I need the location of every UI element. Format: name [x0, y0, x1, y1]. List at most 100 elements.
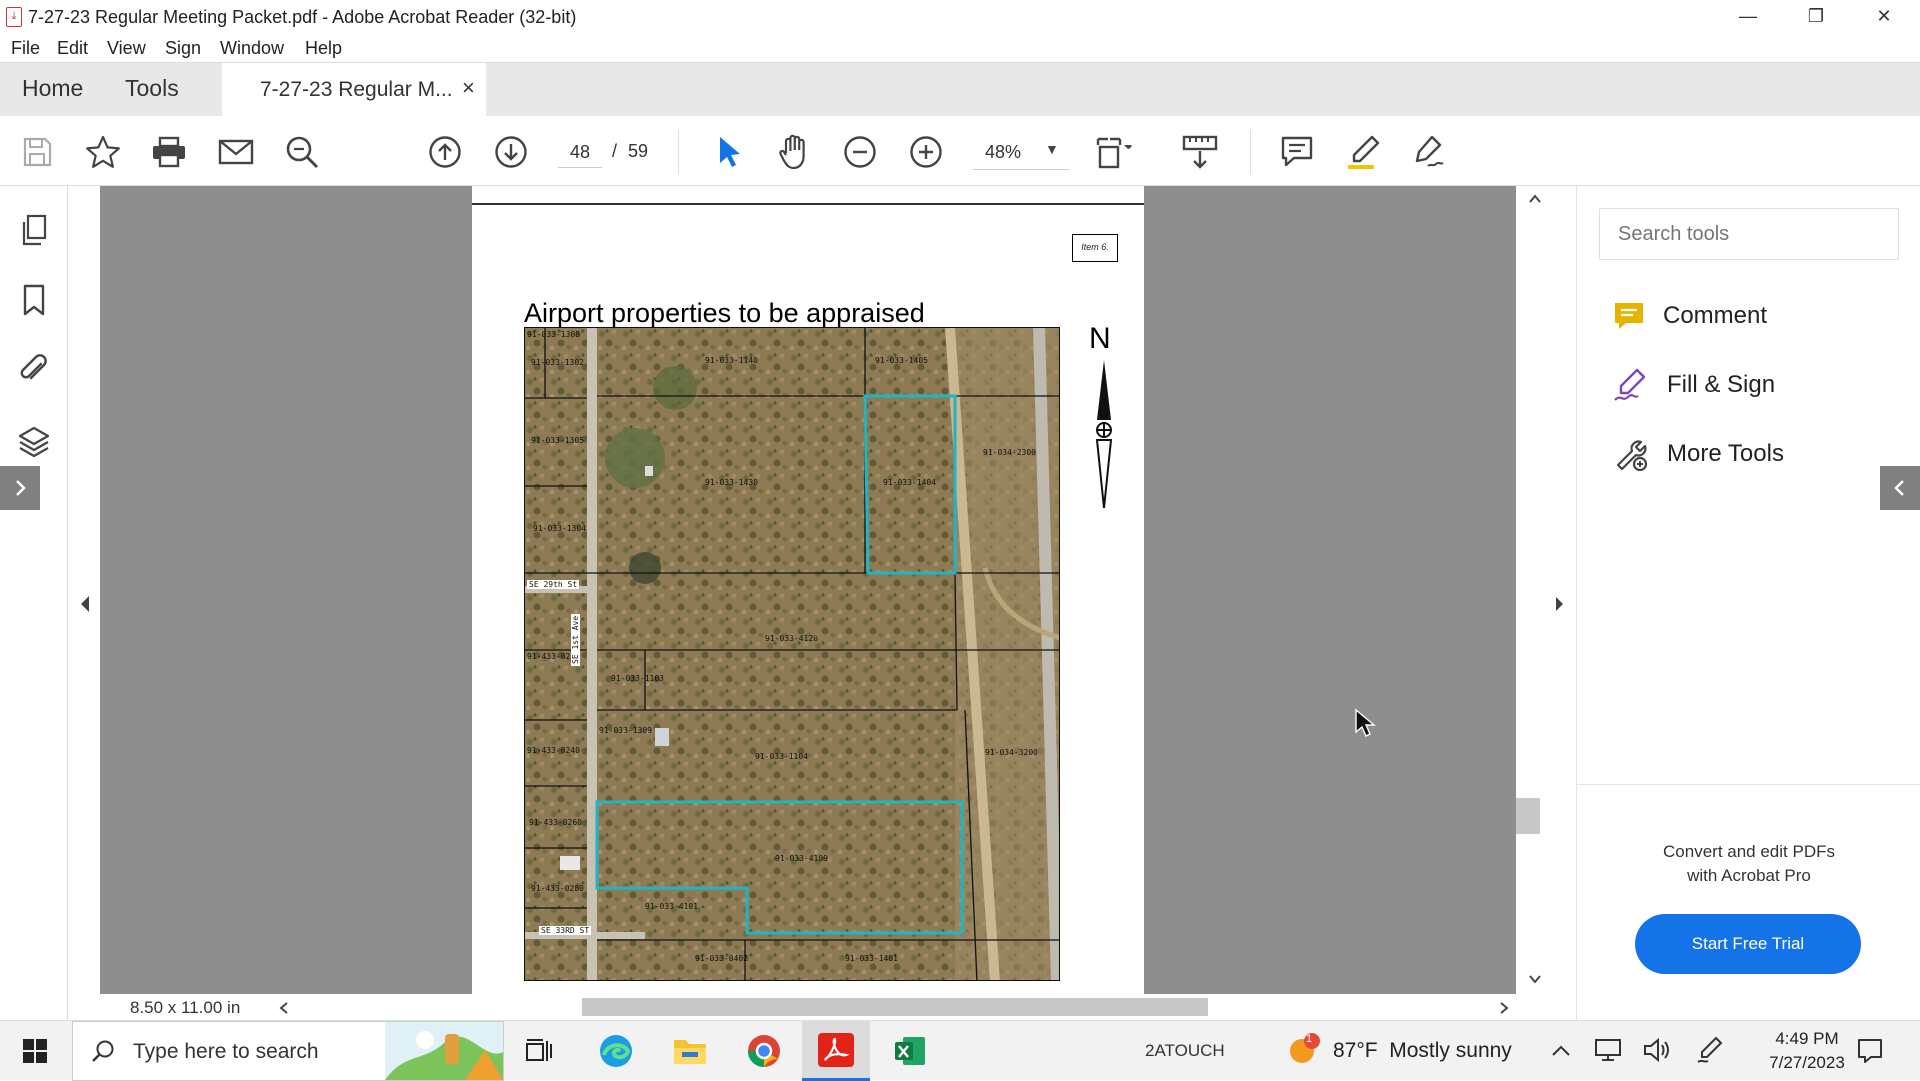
north-label: N: [1089, 322, 1111, 355]
pen-workspace-icon[interactable]: [1696, 1035, 1724, 1065]
restore-button[interactable]: ❐: [1782, 0, 1850, 34]
scroll-down-icon[interactable]: [1528, 974, 1542, 986]
notifications-icon[interactable]: [1856, 1037, 1884, 1065]
parcel-label: 91-033-1302: [531, 358, 584, 367]
left-navigation-rail: [0, 186, 68, 1020]
previous-page-arrow-icon[interactable]: [78, 594, 92, 614]
tool-fill-sign[interactable]: Fill & Sign: [1613, 363, 1775, 407]
windows-taskbar: Type here to search 2ATOUCH 1 87°F Mostl…: [0, 1020, 1920, 1081]
edge-browser-icon[interactable]: [591, 1029, 641, 1073]
previous-page-icon[interactable]: [423, 130, 467, 174]
draw-sign-icon[interactable]: [1407, 130, 1451, 174]
tray-touch-label[interactable]: 2ATOUCH: [1145, 1041, 1225, 1061]
search-highlight-illustration: [385, 1022, 503, 1080]
find-search-icon[interactable]: [280, 130, 324, 174]
menu-file[interactable]: File: [11, 38, 40, 59]
print-icon[interactable]: [147, 130, 191, 174]
file-explorer-icon[interactable]: [665, 1029, 715, 1073]
page-display-icon[interactable]: [1094, 130, 1138, 174]
acrobat-pdf-icon: ⤓: [6, 7, 22, 27]
tab-tools[interactable]: Tools: [125, 75, 179, 102]
chevron-left-icon: [1894, 480, 1904, 496]
page-number-input[interactable]: [558, 138, 602, 168]
promo-line-1: Convert and edit PDFs: [1663, 842, 1835, 861]
zoom-dropdown[interactable]: 48% ▼: [973, 136, 1069, 170]
task-view-icon[interactable]: [515, 1029, 565, 1073]
collapse-right-panel-button[interactable]: [1880, 466, 1920, 510]
attachments-paperclip-icon[interactable]: [14, 348, 54, 388]
aerial-parcel-map: 91-033-1308 91-033-1302 91-033-1140 91-0…: [524, 327, 1060, 981]
parcel-label: 91-433-0260: [529, 818, 582, 827]
parcel-label: 91-033-1405: [875, 356, 928, 365]
toolbar-divider: [678, 130, 679, 174]
toolbar: / 59 48% ▼: [0, 116, 1920, 186]
chevron-up-icon[interactable]: [1550, 1043, 1572, 1057]
vertical-scroll-thumb[interactable]: [1516, 798, 1540, 834]
clock[interactable]: 4:49 PM 7/27/2023: [1752, 1027, 1862, 1075]
horizontal-scroll-thumb[interactable]: [582, 998, 1208, 1016]
panel-divider: [1577, 784, 1920, 785]
menu-bar: File Edit View Sign Window Help: [0, 34, 1920, 62]
network-icon[interactable]: [1594, 1037, 1622, 1063]
start-free-trial-button[interactable]: Start Free Trial: [1635, 914, 1861, 974]
menu-view[interactable]: View: [107, 38, 146, 59]
layers-icon[interactable]: [14, 422, 54, 462]
search-tools-input[interactable]: [1599, 208, 1899, 260]
parcel-label: 91-033-1308: [527, 330, 580, 339]
minimize-button[interactable]: —: [1714, 0, 1782, 34]
menu-window[interactable]: Window: [220, 38, 284, 59]
zoom-out-icon[interactable]: [838, 130, 882, 174]
parcel-label: 91-033-4101: [645, 902, 698, 911]
parcel-label: 91-033-1304: [533, 524, 586, 533]
parcel-label: 91-433-0280: [531, 884, 584, 893]
mouse-cursor-icon: [1355, 708, 1376, 737]
bookmarks-icon[interactable]: [14, 280, 54, 320]
comment-icon[interactable]: [1275, 130, 1319, 174]
volume-icon[interactable]: [1642, 1037, 1670, 1063]
parcel-label: 91-033-1140: [705, 356, 758, 365]
chrome-browser-icon[interactable]: [739, 1029, 789, 1073]
toolbar-divider: [1250, 130, 1251, 174]
hand-tool-icon[interactable]: [772, 130, 816, 174]
save-icon[interactable]: [15, 130, 59, 174]
close-window-button[interactable]: ✕: [1850, 0, 1918, 34]
zoom-in-icon[interactable]: [904, 130, 948, 174]
weather-text[interactable]: 87°F Mostly sunny: [1333, 1039, 1512, 1063]
scroll-mode-icon[interactable]: [1178, 130, 1222, 174]
taskbar-search-box[interactable]: Type here to search: [72, 1021, 504, 1081]
acrobat-taskbar-button[interactable]: [802, 1021, 870, 1081]
tab-close-icon[interactable]: ×: [462, 75, 475, 101]
scroll-left-icon[interactable]: [278, 1001, 290, 1015]
tool-more-tools-label: More Tools: [1667, 440, 1784, 467]
parcel-label: 91-033-1103: [611, 674, 664, 683]
page-thumbnails-icon[interactable]: [14, 210, 54, 250]
expand-left-panel-button[interactable]: [0, 466, 40, 510]
excel-icon[interactable]: [885, 1029, 935, 1073]
next-page-icon[interactable]: [489, 130, 533, 174]
pdf-page: Item 6. Airport properties to be apprais…: [472, 186, 1144, 994]
promo-line-2: with Acrobat Pro: [1687, 866, 1811, 885]
scroll-right-icon[interactable]: [1498, 1001, 1510, 1015]
scroll-up-icon[interactable]: [1528, 192, 1542, 204]
tool-comment[interactable]: Comment: [1613, 294, 1767, 338]
select-cursor-icon[interactable]: [706, 130, 750, 174]
window-title: 7-27-23 Regular Meeting Packet.pdf - Ado…: [28, 7, 577, 27]
weather-icon[interactable]: 1: [1286, 1031, 1326, 1071]
chevron-down-icon: ▼: [1045, 141, 1059, 157]
menu-edit[interactable]: Edit: [57, 38, 88, 59]
vertical-scrollbar[interactable]: [1516, 186, 1556, 994]
horizontal-scrollbar[interactable]: 8.50 x 11.00 in: [100, 994, 1556, 1020]
clock-time: 4:49 PM: [1775, 1029, 1839, 1048]
windows-start-icon[interactable]: [10, 1029, 60, 1073]
taskbar-search-placeholder: Type here to search: [133, 1040, 319, 1063]
highlight-pen-icon[interactable]: [1341, 130, 1385, 174]
email-icon[interactable]: [214, 130, 258, 174]
tool-more-tools[interactable]: More Tools: [1613, 432, 1784, 476]
menu-help[interactable]: Help: [305, 38, 342, 59]
tab-document[interactable]: 7-27-23 Regular M... ×: [222, 63, 486, 117]
star-icon[interactable]: [81, 130, 125, 174]
parcel-label: 91-034-2300: [983, 448, 1036, 457]
menu-sign[interactable]: Sign: [165, 38, 201, 59]
tool-fill-sign-label: Fill & Sign: [1667, 371, 1776, 398]
tab-home[interactable]: Home: [22, 75, 83, 102]
